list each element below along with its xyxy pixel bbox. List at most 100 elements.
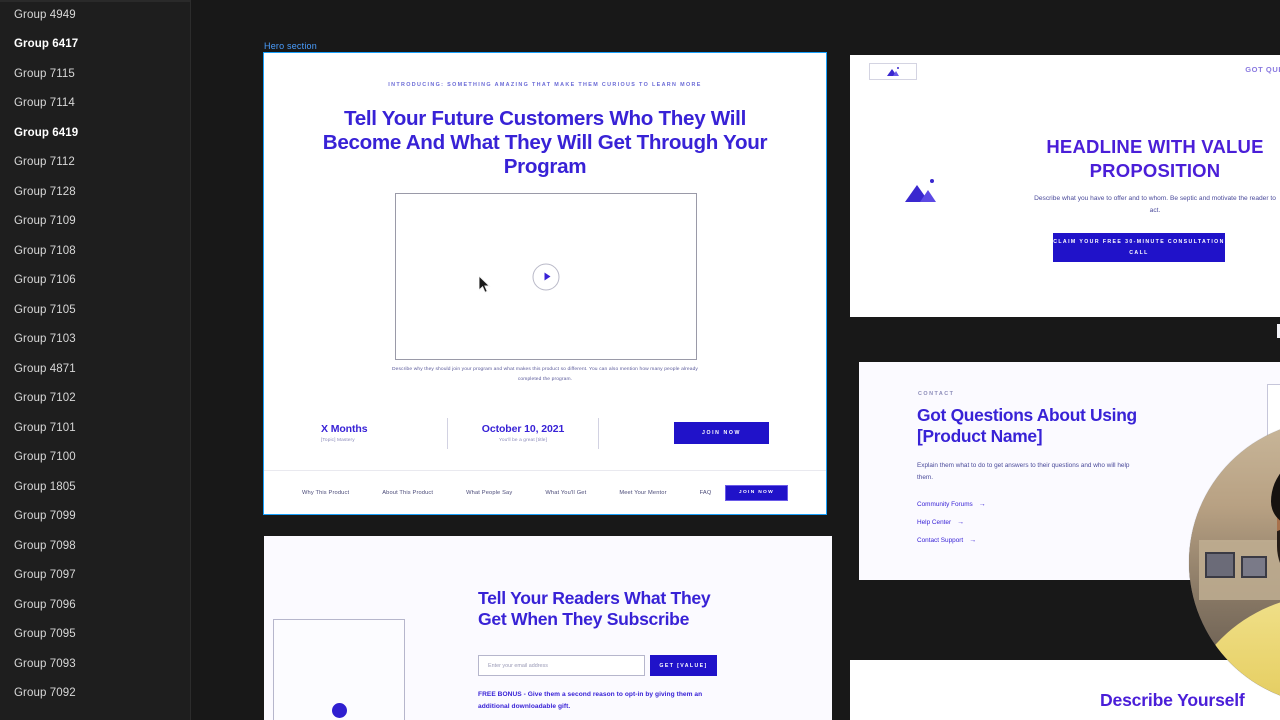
hero-join-now-button[interactable]: JOIN NOW [674, 422, 769, 444]
layer-item[interactable]: Group 7105 [0, 295, 190, 325]
play-icon[interactable] [532, 263, 560, 290]
nav-link-why-this-product[interactable]: Why This Product [302, 490, 349, 496]
valueprop-cta-button[interactable]: CLAIM YOUR FREE 30-MINUTE CONSULTATION C… [1053, 233, 1225, 262]
arrow-right-icon: → [978, 500, 986, 508]
hero-nav-links[interactable]: Why This Product About This Product What P… [302, 490, 711, 496]
frame-label-hero[interactable]: Hero section [264, 41, 317, 51]
webcam-picture-frame [1241, 556, 1267, 578]
webcam-overlay[interactable] [1189, 420, 1280, 705]
layer-item-label: Group 7102 [14, 392, 76, 405]
layer-item-label: Group 1805 [14, 480, 76, 493]
value-proposition-card[interactable]: GOT QUE HEADLINE WITH VALUE PROPOSITION … [850, 55, 1280, 317]
hero-headline: Tell Your Future Customers Who They Will… [322, 107, 768, 178]
layer-item[interactable]: Group 7106 [0, 266, 190, 296]
contact-eyebrow: CONTACT [918, 391, 955, 397]
layer-item-label: Group 6417 [14, 38, 79, 51]
contact-description: Explain them what to do to get answers t… [917, 462, 1130, 482]
contact-headline: Got Questions About Using [Product Name] [917, 405, 1137, 447]
layer-item-label: Group 7106 [14, 274, 76, 287]
email-input[interactable]: Enter your email address [478, 655, 645, 676]
hero-video-placeholder[interactable] [395, 193, 697, 360]
layer-item[interactable]: Group 7100 [0, 443, 190, 473]
layer-item[interactable]: Group 7128 [0, 177, 190, 207]
layer-item[interactable]: Group 7093 [0, 649, 190, 679]
subscribe-form[interactable]: Enter your email address GET [VALUE] [478, 655, 717, 676]
hero-eyebrow: INTRODUCING: SOMETHING AMAZING THAT MAKE… [388, 82, 702, 88]
avatar-icon [322, 703, 356, 720]
layer-item-label: Group 7100 [14, 451, 76, 464]
valueprop-headline: HEADLINE WITH VALUE PROPOSITION [1046, 136, 1264, 181]
contact-link-label: Help Center [917, 518, 952, 526]
nav-link-what-people-say[interactable]: What People Say [466, 490, 512, 496]
layer-item[interactable]: Group 7103 [0, 325, 190, 355]
layers-panel[interactable]: Group 4949 Group 6417 Group 7115 Group 7114… [0, 0, 191, 720]
subscribe-headline: Tell Your Readers What They Get When The… [478, 588, 711, 630]
webcam-picture-frame [1205, 552, 1235, 578]
layer-item-label: Group 7128 [14, 185, 76, 198]
layer-item[interactable]: Group 7115 [0, 59, 190, 89]
layer-item[interactable]: Group 7109 [0, 207, 190, 237]
layer-item[interactable]: Group 7101 [0, 413, 190, 443]
valueprop-description: Describe what you have to offer and to w… [1034, 195, 1276, 215]
image-icon-peak-small [920, 190, 936, 202]
layer-item[interactable]: Group 6419 [0, 118, 190, 148]
layer-item[interactable]: Group 7098 [0, 531, 190, 561]
image-icon-peak-small [893, 71, 899, 76]
nav-link-faq[interactable]: FAQ [700, 490, 712, 496]
layer-item-label: Group 7101 [14, 421, 76, 434]
layer-item[interactable]: Group 7114 [0, 89, 190, 119]
layer-item[interactable]: Group 7108 [0, 236, 190, 266]
hero-stat-duration-value: X Months [321, 423, 368, 435]
layer-item[interactable]: Group 7099 [0, 502, 190, 532]
hero-stat-duration-caption: [Topic] Mastery [321, 438, 355, 443]
avatar-head [331, 703, 347, 718]
stat-divider [598, 417, 599, 449]
layer-item[interactable]: Group 7097 [0, 561, 190, 591]
image-icon [887, 67, 899, 76]
layer-item-label: Group 7105 [14, 303, 76, 316]
subscribe-section-frame[interactable]: Tell Your Readers What They Get When The… [264, 536, 832, 720]
layer-item[interactable]: Group 7112 [0, 148, 190, 178]
nav-link-about-this-product[interactable]: About This Product [382, 490, 433, 496]
arrow-right-icon: → [969, 536, 977, 544]
hero-content: INTRODUCING: SOMETHING AMAZING THAT MAKE… [264, 53, 826, 471]
hero-section-frame[interactable]: INTRODUCING: SOMETHING AMAZING THAT MAKE… [263, 52, 827, 515]
contact-link[interactable]: Community Forums → [917, 495, 986, 513]
contact-link[interactable]: Help Center → [917, 513, 986, 531]
layer-item-label: Group 7108 [14, 244, 76, 257]
hero-navbar[interactable]: Why This Product About This Product What P… [264, 471, 826, 514]
hero-stat-date-value: October 10, 2021 [481, 423, 565, 435]
layers-list[interactable]: Group 4949 Group 6417 Group 7115 Group 7114… [0, 0, 190, 708]
hero-stat-date-caption: You'll be a great [title] [498, 438, 548, 443]
layer-item[interactable]: Group 6417 [0, 30, 190, 60]
mouse-cursor [479, 276, 491, 293]
layer-item[interactable]: Group 7095 [0, 620, 190, 650]
layer-item-label: Group 7114 [14, 97, 75, 110]
hero-description: Describe why they should join your progr… [391, 367, 698, 383]
subscribe-submit-button[interactable]: GET [VALUE] [650, 655, 717, 676]
design-canvas[interactable]: Hero section INTRODUCING: SOMETHING AMAZ… [191, 0, 1280, 720]
contact-link[interactable]: Contact Support → [917, 531, 986, 549]
layer-item[interactable]: Group 7096 [0, 590, 190, 620]
navbar-join-now-button[interactable]: JOIN NOW [725, 484, 788, 501]
image-icon-sun [897, 67, 899, 69]
panel-divider [0, 0, 190, 2]
image-icon-sun [930, 179, 934, 183]
layer-item-label: Group 7099 [14, 510, 76, 523]
layer-item[interactable]: Group 4871 [0, 354, 190, 384]
layer-item-label: Group 7095 [14, 628, 76, 641]
nav-link-what-you-ll-get[interactable]: What You'll Get [545, 490, 586, 496]
layer-item-label: Group 4949 [14, 8, 76, 21]
layer-item-label: Group 7096 [14, 598, 76, 611]
layer-item[interactable]: Group 4949 [0, 0, 190, 30]
layer-item[interactable]: Group 7092 [0, 679, 190, 709]
layer-item[interactable]: Group 7102 [0, 384, 190, 414]
hero-image-placeholder-icon [905, 179, 936, 202]
hero-stat-duration: X Months [Topic] Mastery [321, 423, 447, 443]
subscribe-image-placeholder [273, 619, 405, 720]
layer-item-label: Group 7093 [14, 657, 76, 670]
nav-link-meet-your-mentor[interactable]: Meet Your Mentor [619, 490, 666, 496]
layer-item[interactable]: Group 1805 [0, 472, 190, 502]
contact-link-label: Community Forums [917, 500, 973, 508]
contact-links[interactable]: Community Forums → Help Center → Contact Sup… [917, 495, 986, 549]
